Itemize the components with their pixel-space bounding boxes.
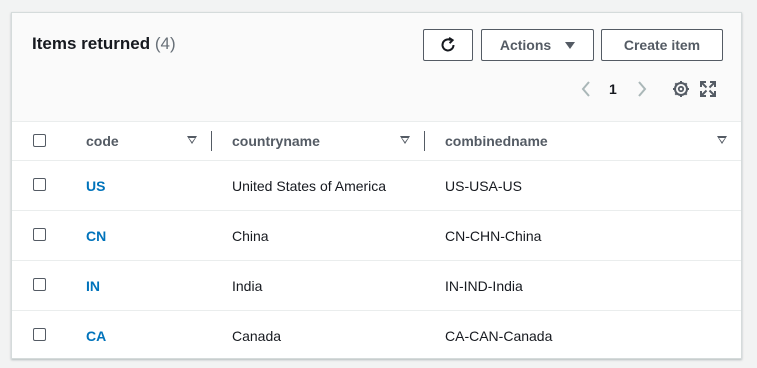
create-item-button[interactable]: Create item: [601, 29, 723, 61]
countryname-cell: United States of America: [232, 177, 387, 194]
next-page-button[interactable]: [636, 79, 648, 99]
items-table-panel: Items returned (4) Actions Create item 1: [11, 12, 742, 359]
row-checkbox[interactable]: [33, 178, 46, 191]
table-row[interactable]: CN China CN-CHN-China: [12, 211, 741, 261]
chevron-right-icon: [638, 81, 647, 97]
sort-caret-icon[interactable]: [717, 136, 727, 144]
table-column-headers: code countryname combinedname: [12, 121, 741, 161]
select-all-checkbox[interactable]: [33, 134, 46, 147]
fullscreen-button[interactable]: [700, 79, 716, 99]
page-title: Items returned (4): [32, 34, 176, 54]
combinedname-cell: CA-CAN-Canada: [445, 327, 553, 344]
chevron-left-icon: [581, 81, 590, 97]
column-resizer[interactable]: [424, 131, 425, 151]
create-item-label: Create item: [623, 37, 701, 53]
table-row[interactable]: IN India IN-IND-India: [12, 261, 741, 311]
title-text: Items returned: [32, 34, 151, 53]
page-number[interactable]: 1: [609, 79, 617, 99]
refresh-icon: [441, 36, 455, 52]
code-link[interactable]: US: [86, 161, 105, 210]
settings-button[interactable]: [672, 79, 690, 99]
countryname-cell: China: [232, 227, 269, 244]
column-header-code[interactable]: code: [86, 121, 119, 160]
table-header: Items returned (4) Actions Create item 1: [12, 13, 741, 122]
expand-icon: [700, 81, 716, 97]
row-checkbox[interactable]: [33, 328, 46, 341]
table-row[interactable]: US United States of America US-USA-US: [12, 161, 741, 211]
column-header-countryname[interactable]: countryname: [232, 121, 320, 160]
item-count: (4): [154, 34, 176, 53]
combinedname-cell: CN-CHN-China: [445, 227, 542, 244]
countryname-cell: India: [232, 277, 263, 294]
code-link[interactable]: CN: [86, 211, 106, 260]
column-resizer[interactable]: [211, 131, 212, 151]
combinedname-cell: US-USA-US: [445, 177, 523, 194]
code-link[interactable]: IN: [86, 261, 100, 310]
row-checkbox[interactable]: [33, 278, 46, 291]
caret-down-icon: [565, 41, 576, 49]
code-link[interactable]: CA: [86, 311, 106, 360]
actions-button[interactable]: Actions: [481, 29, 594, 61]
combinedname-cell: IN-IND-India: [445, 277, 523, 294]
previous-page-button[interactable]: [580, 79, 592, 99]
column-header-combinedname[interactable]: combinedname: [445, 121, 548, 160]
row-checkbox[interactable]: [33, 228, 46, 241]
gear-icon: [673, 81, 689, 97]
table-row[interactable]: CA Canada CA-CAN-Canada: [12, 311, 741, 360]
countryname-cell: Canada: [232, 327, 282, 344]
sort-caret-icon[interactable]: [187, 136, 197, 144]
sort-caret-icon[interactable]: [400, 136, 410, 144]
actions-label: Actions: [499, 37, 552, 53]
refresh-button[interactable]: [423, 29, 473, 61]
